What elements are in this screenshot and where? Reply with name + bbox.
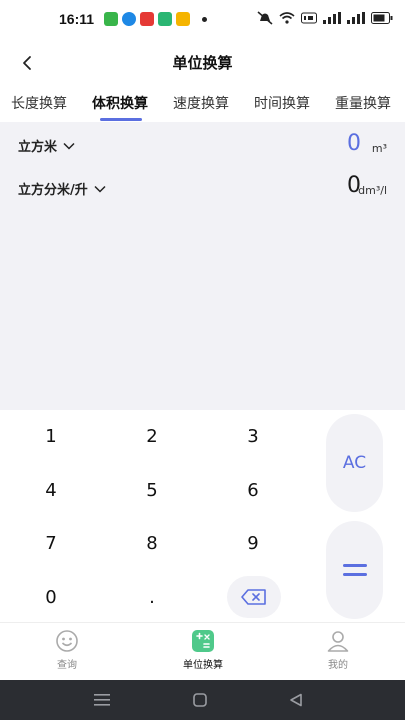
calculator-icon (192, 630, 214, 652)
key-7[interactable]: 7 (11, 523, 91, 563)
home-icon[interactable] (193, 693, 207, 707)
page-title: 单位换算 (172, 54, 233, 72)
nav-item-unit-conversion[interactable]: 单位换算 (163, 629, 243, 671)
app-header: 单位换算 (0, 40, 405, 86)
status-system-icons (257, 11, 393, 25)
backspace-icon (241, 589, 266, 605)
status-time: 16:11 (59, 11, 95, 27)
back-nav-icon[interactable] (289, 693, 303, 707)
tab-time[interactable]: 时间换算 (254, 93, 310, 113)
clear-button[interactable]: AC (326, 414, 383, 512)
key-8[interactable]: 8 (112, 523, 192, 563)
converter-tabs: 长度换算 体积换算 速度换算 时间换算 重量换算 (0, 88, 405, 122)
wechat-icon (104, 12, 118, 26)
nav-item-query[interactable]: 查询 (27, 629, 107, 671)
status-bar: 16:11 (0, 0, 405, 40)
target-unit-label: 立方分米/升 (18, 183, 88, 198)
nav-label-mine: 我的 (328, 660, 348, 671)
target-unit-suffix: dm³/l (358, 184, 387, 197)
key-9[interactable]: 9 (213, 523, 293, 563)
key-5[interactable]: 5 (112, 470, 192, 510)
menu-icon[interactable] (94, 694, 110, 706)
key-0[interactable]: 0 (11, 577, 91, 617)
mute-icon (257, 11, 273, 25)
green-app-icon (158, 12, 172, 26)
key-1[interactable]: 1 (11, 416, 91, 456)
system-navigation-bar (0, 680, 405, 720)
video-app-icon (140, 12, 154, 26)
signal-4g-icon (323, 12, 341, 24)
more-notifications-icon (202, 16, 207, 22)
tab-volume[interactable]: 体积换算 (92, 93, 148, 113)
key-3[interactable]: 3 (213, 416, 293, 456)
nav-item-mine[interactable]: 我的 (298, 629, 378, 671)
conversion-panel: 立方米 0 m³ 立方分米/升 0 dm³/l (0, 122, 405, 410)
target-unit-row[interactable]: 立方分米/升 0 dm³/l (0, 167, 405, 207)
source-unit-suffix: m³ (371, 142, 387, 155)
key-2[interactable]: 2 (112, 416, 192, 456)
keypad: 1 2 3 4 5 6 7 8 9 0 . AC (0, 410, 405, 622)
nav-label-query: 查询 (57, 660, 77, 671)
hd-icon (301, 12, 317, 24)
key-decimal[interactable]: . (112, 577, 192, 617)
user-icon (327, 631, 349, 652)
active-tab-indicator (100, 118, 142, 121)
key-6[interactable]: 6 (213, 470, 293, 510)
chevron-down-icon (94, 185, 106, 193)
bottom-navigation: 查询 单位换算 我的 (0, 622, 405, 680)
nav-label-unit-conversion: 单位换算 (183, 660, 223, 671)
source-unit-row[interactable]: 立方米 0 m³ (0, 124, 405, 164)
equals-button[interactable] (326, 521, 383, 619)
equals-icon (342, 564, 367, 576)
tab-length[interactable]: 长度换算 (11, 93, 67, 113)
tab-weight[interactable]: 重量换算 (335, 93, 391, 113)
battery-icon (371, 12, 393, 24)
source-unit-label: 立方米 (18, 140, 58, 155)
clear-label: AC (342, 453, 367, 473)
source-unit-select[interactable]: 立方米 (18, 136, 75, 155)
app-blue-icon (122, 12, 136, 26)
tab-speed[interactable]: 速度换算 (173, 93, 229, 113)
delete-button[interactable] (227, 576, 281, 618)
key-4[interactable]: 4 (11, 470, 91, 510)
wifi-icon (279, 12, 295, 24)
chevron-down-icon (63, 142, 75, 150)
target-unit-select[interactable]: 立方分米/升 (18, 179, 106, 198)
yellow-app-icon (176, 12, 190, 26)
smiley-icon (56, 630, 78, 652)
status-app-icons (104, 12, 207, 26)
source-value: 0 (347, 131, 361, 156)
signal-icon (347, 12, 365, 24)
